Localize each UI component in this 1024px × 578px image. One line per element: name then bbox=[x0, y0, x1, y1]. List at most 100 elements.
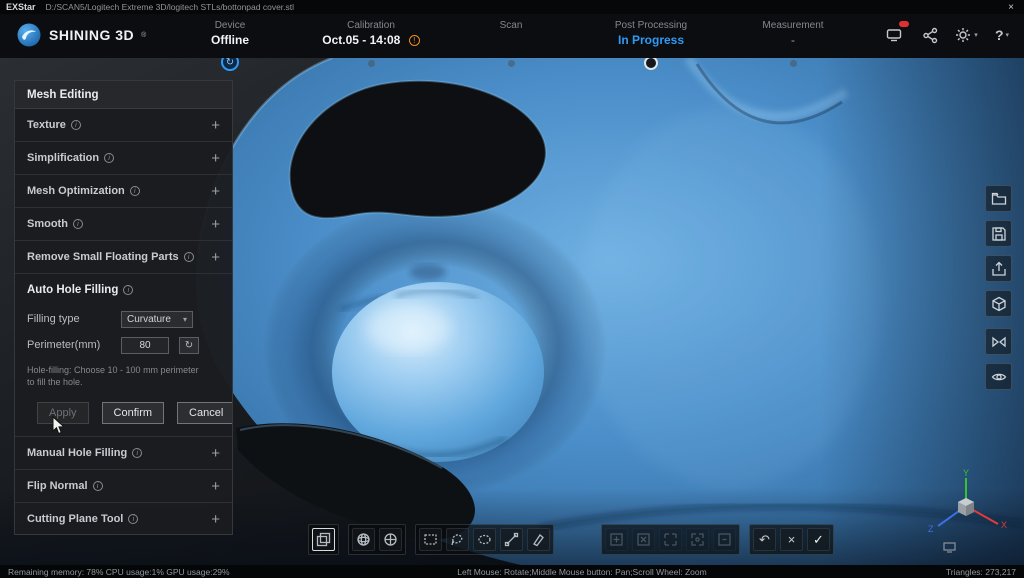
deselect-icon bbox=[636, 532, 651, 547]
panel-item-flip-normal[interactable]: Flip Normal i + bbox=[15, 470, 232, 503]
device-notification-button[interactable] bbox=[882, 23, 906, 47]
open-file-path: D:/SCAN5/Logitech Extreme 3D/logitech ST… bbox=[46, 2, 995, 12]
filling-type-select[interactable]: Curvature ▾ bbox=[121, 311, 193, 328]
toolbar-group-selection bbox=[415, 524, 554, 555]
fit-view-icon[interactable] bbox=[943, 540, 956, 558]
info-icon: i bbox=[128, 514, 138, 524]
toolbar-group-actions: ↶ × ✓ bbox=[749, 524, 834, 555]
close-window-button[interactable]: × bbox=[1004, 2, 1018, 13]
undo-button[interactable]: ↶ bbox=[753, 528, 776, 551]
nav-step-scan[interactable]: Scan bbox=[436, 20, 586, 49]
toggle-panel-button[interactable] bbox=[312, 528, 335, 551]
status-bar: Remaining memory: 78% CPU usage:1% GPU u… bbox=[0, 565, 1024, 578]
expand-icon[interactable]: + bbox=[211, 478, 220, 495]
toolbar-group-selection-ops bbox=[601, 524, 740, 555]
expand-icon[interactable]: + bbox=[211, 249, 220, 266]
expand-icon[interactable]: + bbox=[211, 150, 220, 167]
open-file-button[interactable] bbox=[985, 185, 1012, 212]
toolbar-group-panel bbox=[308, 524, 339, 555]
nav-step-device[interactable]: Device Offline bbox=[155, 20, 305, 49]
panel-item-mesh-optimization[interactable]: Mesh Optimization i + bbox=[15, 175, 232, 208]
orientation-axis-widget[interactable]: Y X Z bbox=[922, 468, 1010, 551]
panel-item-texture[interactable]: Texture i + bbox=[15, 109, 232, 142]
help-icon: ? bbox=[995, 27, 1004, 43]
nav-step-post-processing[interactable]: Post Processing In Progress bbox=[576, 20, 726, 49]
panel-header: Mesh Editing bbox=[15, 81, 232, 109]
model-manager-button[interactable] bbox=[985, 290, 1012, 317]
panel-item-auto-hole-filling[interactable]: Auto Hole Filling i bbox=[15, 274, 232, 306]
expand-icon[interactable]: + bbox=[211, 183, 220, 200]
rectangle-selection-button[interactable] bbox=[419, 528, 442, 551]
cancel-button[interactable]: Cancel bbox=[177, 402, 233, 424]
expand-icon[interactable]: + bbox=[211, 216, 220, 233]
expand-selection-button[interactable] bbox=[686, 528, 709, 551]
export-icon bbox=[991, 261, 1007, 277]
share-button[interactable] bbox=[918, 23, 942, 47]
settings-button[interactable]: ▾ bbox=[954, 23, 978, 47]
reset-perimeter-button[interactable]: ↻ bbox=[179, 337, 199, 354]
perimeter-input[interactable]: 80 bbox=[121, 337, 169, 354]
select-all-button[interactable] bbox=[605, 528, 628, 551]
panel-item-smooth[interactable]: Smooth i + bbox=[15, 208, 232, 241]
step-status: Oct.05 - 14:08 bbox=[322, 33, 400, 47]
filling-type-value: Curvature bbox=[127, 314, 171, 325]
toolbar-group-view bbox=[348, 524, 406, 555]
panel-item-manual-hole-filling[interactable]: Manual Hole Filling i + bbox=[15, 437, 232, 470]
brush-selection-button[interactable] bbox=[527, 528, 550, 551]
export-model-button[interactable] bbox=[985, 255, 1012, 282]
rect-select-icon bbox=[423, 532, 438, 547]
application-window: EXStar D:/SCAN5/Logitech Extreme 3D/logi… bbox=[0, 0, 1024, 578]
expand-icon[interactable]: + bbox=[211, 117, 220, 134]
item-label: Smooth bbox=[27, 218, 68, 230]
layers-icon bbox=[316, 532, 331, 547]
item-label: Simplification bbox=[27, 152, 99, 164]
filling-type-row: Filling type Curvature ▾ bbox=[15, 306, 232, 332]
mesh-view-button[interactable] bbox=[352, 528, 375, 551]
hole-filling-buttons: Apply Confirm Cancel bbox=[15, 390, 232, 426]
chevron-down-icon: ▾ bbox=[1006, 31, 1010, 39]
shaded-sphere-icon bbox=[383, 532, 398, 547]
info-icon: i bbox=[132, 448, 142, 458]
step-label: Scan bbox=[436, 20, 586, 31]
new-badge bbox=[899, 21, 909, 27]
line-select-icon bbox=[504, 532, 519, 547]
device-icon bbox=[885, 26, 903, 44]
cube-icon bbox=[991, 296, 1007, 312]
hole-filling-hint: Hole-filling: Choose 10 - 100 mm perimet… bbox=[15, 358, 232, 390]
axis-z-label: Z bbox=[928, 524, 934, 534]
brand-name: SHINING 3D bbox=[49, 27, 134, 43]
lasso-selection-button[interactable] bbox=[446, 528, 469, 551]
visibility-button[interactable] bbox=[985, 363, 1012, 390]
invert-selection-button[interactable] bbox=[659, 528, 682, 551]
confirm-selection-button[interactable]: ✓ bbox=[807, 528, 830, 551]
nav-step-calibration[interactable]: Calibration Oct.05 - 14:08 ! bbox=[296, 20, 446, 49]
save-icon bbox=[991, 226, 1007, 242]
confirm-button[interactable]: Confirm bbox=[102, 402, 165, 424]
mesh-editing-panel: Mesh Editing Texture i + Simplification … bbox=[14, 80, 233, 535]
brush-icon bbox=[531, 532, 546, 547]
ellipse-selection-button[interactable] bbox=[473, 528, 496, 551]
deselect-all-button[interactable] bbox=[632, 528, 655, 551]
perimeter-label: Perimeter(mm) bbox=[27, 339, 115, 351]
help-button[interactable]: ? ▾ bbox=[990, 23, 1014, 47]
item-label: Manual Hole Filling bbox=[27, 447, 127, 459]
share-icon bbox=[922, 27, 939, 44]
shining3d-logo-icon bbox=[16, 22, 42, 48]
expand-icon[interactable]: + bbox=[211, 445, 220, 462]
nav-step-measurement[interactable]: Measurement - bbox=[718, 20, 868, 49]
post-processing-step-indicator[interactable] bbox=[644, 56, 658, 70]
measurement-step-dot bbox=[790, 60, 797, 67]
line-selection-button[interactable] bbox=[500, 528, 523, 551]
save-project-button[interactable] bbox=[985, 220, 1012, 247]
delete-selection-button[interactable]: × bbox=[780, 528, 803, 551]
item-label: Flip Normal bbox=[27, 480, 88, 492]
panel-item-remove-small-floating-parts[interactable]: Remove Small Floating Parts i + bbox=[15, 241, 232, 274]
alignment-button[interactable] bbox=[985, 328, 1012, 355]
panel-item-cutting-plane-tool[interactable]: Cutting Plane Tool i + bbox=[15, 503, 232, 535]
shrink-selection-button[interactable] bbox=[713, 528, 736, 551]
panel-item-simplification[interactable]: Simplification i + bbox=[15, 142, 232, 175]
select-all-icon bbox=[609, 532, 624, 547]
mesh-shaded-view-button[interactable] bbox=[379, 528, 402, 551]
expand-icon[interactable]: + bbox=[211, 511, 220, 528]
lasso-icon bbox=[450, 532, 465, 547]
